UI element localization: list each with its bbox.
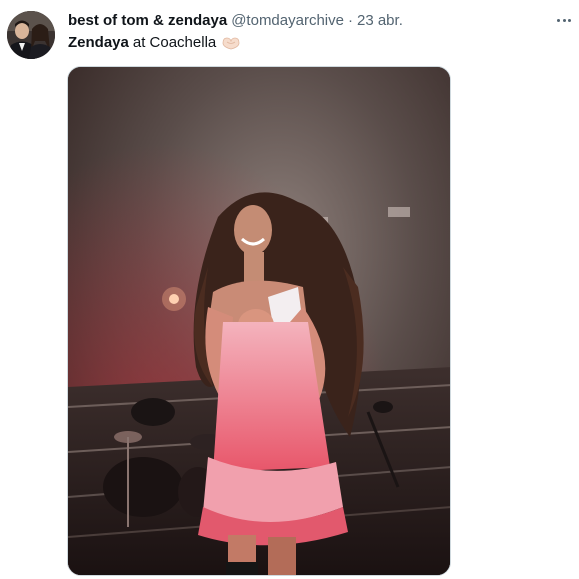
tweet-media-photo[interactable] <box>67 66 451 576</box>
concert-photo <box>68 67 450 575</box>
avatar[interactable] <box>7 11 55 59</box>
tweet-header: best of tom & zendaya @tomdayarchive · 2… <box>68 12 403 30</box>
heart-hands-emoji-icon <box>221 36 241 50</box>
display-name[interactable]: best of tom & zendaya <box>68 12 227 30</box>
more-options-button[interactable] <box>552 10 576 30</box>
tweet-card[interactable]: best of tom & zendaya @tomdayarchive · 2… <box>0 0 579 579</box>
tweet-text: Zendaya at Coachella <box>68 34 241 52</box>
tweet-text-bold: Zendaya <box>68 34 129 51</box>
user-handle[interactable]: @tomdayarchive <box>231 12 344 30</box>
tweet-text-rest: at Coachella <box>132 34 217 51</box>
header-separator: · <box>347 12 353 29</box>
timestamp[interactable]: 23 abr. <box>357 12 403 30</box>
avatar-image <box>7 11 55 59</box>
more-horizontal-icon <box>556 18 572 22</box>
